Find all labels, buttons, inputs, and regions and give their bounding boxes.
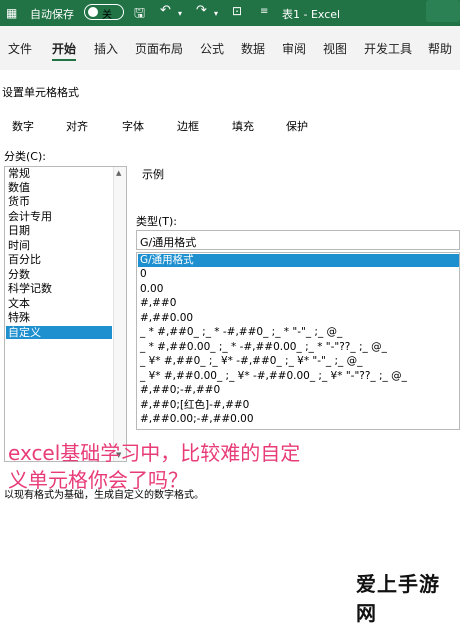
redo-icon[interactable]: ↷ [196, 3, 207, 18]
category-label: 分类(C): [4, 150, 46, 163]
tab-file[interactable]: 文件 [8, 40, 32, 57]
category-item[interactable]: 日期 [8, 224, 30, 237]
category-item[interactable]: 货币 [8, 195, 30, 208]
dialog-title: 设置单元格格式 [2, 86, 79, 99]
tab-number[interactable]: 数字 [12, 118, 34, 134]
format-item[interactable]: #,##0;[红色]-#,##0 [140, 399, 249, 412]
format-item[interactable]: 0.00 [140, 283, 163, 296]
format-item[interactable]: _ * #,##0_ ;_ * -#,##0_ ;_ * "-"_ ;_ @_ [140, 326, 342, 339]
category-item[interactable]: 会计专用 [8, 210, 52, 223]
autosave-state: 关 [102, 10, 112, 21]
category-item[interactable]: 特殊 [8, 311, 30, 324]
category-item[interactable]: 时间 [8, 239, 30, 252]
scroll-up-icon[interactable]: ▲ [116, 169, 121, 177]
category-item[interactable]: 数值 [8, 181, 30, 194]
category-item[interactable]: 分数 [8, 268, 30, 281]
format-item[interactable]: _ * #,##0.00_ ;_ * -#,##0.00_ ;_ * "-"??… [140, 341, 387, 354]
autosave-label: 自动保存 [30, 8, 74, 21]
save-icon[interactable]: 🖫 [134, 4, 145, 26]
tab-developer[interactable]: 开发工具 [364, 40, 412, 57]
tab-protection[interactable]: 保护 [286, 118, 308, 134]
title-bar: ▦ 自动保存 关 🖫 ↶ ▾ ↷ ▾ ⊡ ≡ 表1 - Excel [0, 0, 460, 26]
tab-font[interactable]: 字体 [122, 118, 144, 134]
tab-view[interactable]: 视图 [323, 40, 347, 57]
sample-label: 示例 [142, 168, 164, 181]
tab-page-layout[interactable]: 页面布局 [135, 40, 183, 57]
caption-line-1: excel基础学习中，比较难的自定 [8, 441, 301, 465]
excel-logo-icon: ▦ [6, 6, 18, 20]
undo-dropdown-icon[interactable]: ▾ [178, 9, 182, 18]
category-item[interactable]: 百分比 [8, 253, 41, 266]
category-item[interactable]: 文本 [8, 297, 30, 310]
format-item[interactable]: #,##0 [140, 297, 176, 310]
format-item[interactable]: _ ¥* #,##0_ ;_ ¥* -#,##0_ ;_ ¥* "-"_ ;_ … [140, 355, 362, 368]
tab-insert[interactable]: 插入 [94, 40, 118, 57]
type-input[interactable]: G/通用格式 [136, 230, 460, 250]
tab-review[interactable]: 审阅 [282, 40, 306, 57]
category-item-selected[interactable]: 自定义 [6, 326, 112, 339]
ribbon: 文件 开始 插入 页面布局 公式 数据 审阅 视图 开发工具 帮助 [0, 26, 460, 71]
customize-toolbar-icon[interactable]: ≡ [260, 6, 268, 17]
search-box[interactable] [426, 0, 460, 22]
format-cells-dialog: 设置单元格格式 数字 对齐 字体 边框 填充 保护 分类(C): 常规 数值 货… [0, 70, 460, 600]
format-list[interactable]: G/通用格式 0 0.00 #,##0 #,##0.00 _ * #,##0_ … [136, 252, 460, 430]
tab-help[interactable]: 帮助 [428, 40, 452, 57]
toggle-knob-icon [88, 7, 98, 17]
format-item-selected[interactable]: G/通用格式 [138, 254, 459, 267]
quick-access-icon[interactable]: ⊡ [232, 4, 242, 18]
tab-home[interactable]: 开始 [52, 40, 77, 61]
category-scrollbar[interactable]: ▲ ▼ [113, 167, 126, 461]
redo-dropdown-icon[interactable]: ▾ [214, 9, 218, 18]
category-item[interactable]: 常规 [8, 167, 30, 180]
category-item[interactable]: 科学记数 [8, 282, 52, 295]
sample-area: 示例 [136, 158, 460, 204]
undo-icon[interactable]: ↶ [160, 3, 171, 18]
caption-line-2: 义单元格你会了吗？ [8, 468, 188, 492]
format-item[interactable]: #,##0;-#,##0 [140, 384, 220, 397]
tab-border[interactable]: 边框 [177, 118, 199, 134]
format-item[interactable]: #,##0.00;-#,##0.00 [140, 413, 254, 426]
autosave-toggle[interactable]: 关 [84, 4, 124, 21]
format-item[interactable]: #,##0.00 [140, 312, 193, 325]
site-watermark: 爱上手游网 [356, 572, 440, 625]
category-list[interactable]: 常规 数值 货币 会计专用 日期 时间 百分比 分数 科学记数 文本 特殊 自定… [4, 166, 127, 462]
format-item[interactable]: _ ¥* #,##0.00_ ;_ ¥* -#,##0.00_ ;_ ¥* "-… [140, 370, 407, 383]
tab-data[interactable]: 数据 [241, 40, 265, 57]
caption-text: excel基础学习中，比较难的自定 义单元格你会了吗？ [8, 440, 448, 494]
type-label: 类型(T): [136, 215, 178, 228]
format-item[interactable]: 0 [140, 268, 147, 281]
tab-formulas[interactable]: 公式 [200, 40, 224, 57]
tab-fill[interactable]: 填充 [232, 118, 254, 134]
tab-alignment[interactable]: 对齐 [66, 118, 88, 134]
document-title: 表1 - Excel [282, 8, 341, 21]
